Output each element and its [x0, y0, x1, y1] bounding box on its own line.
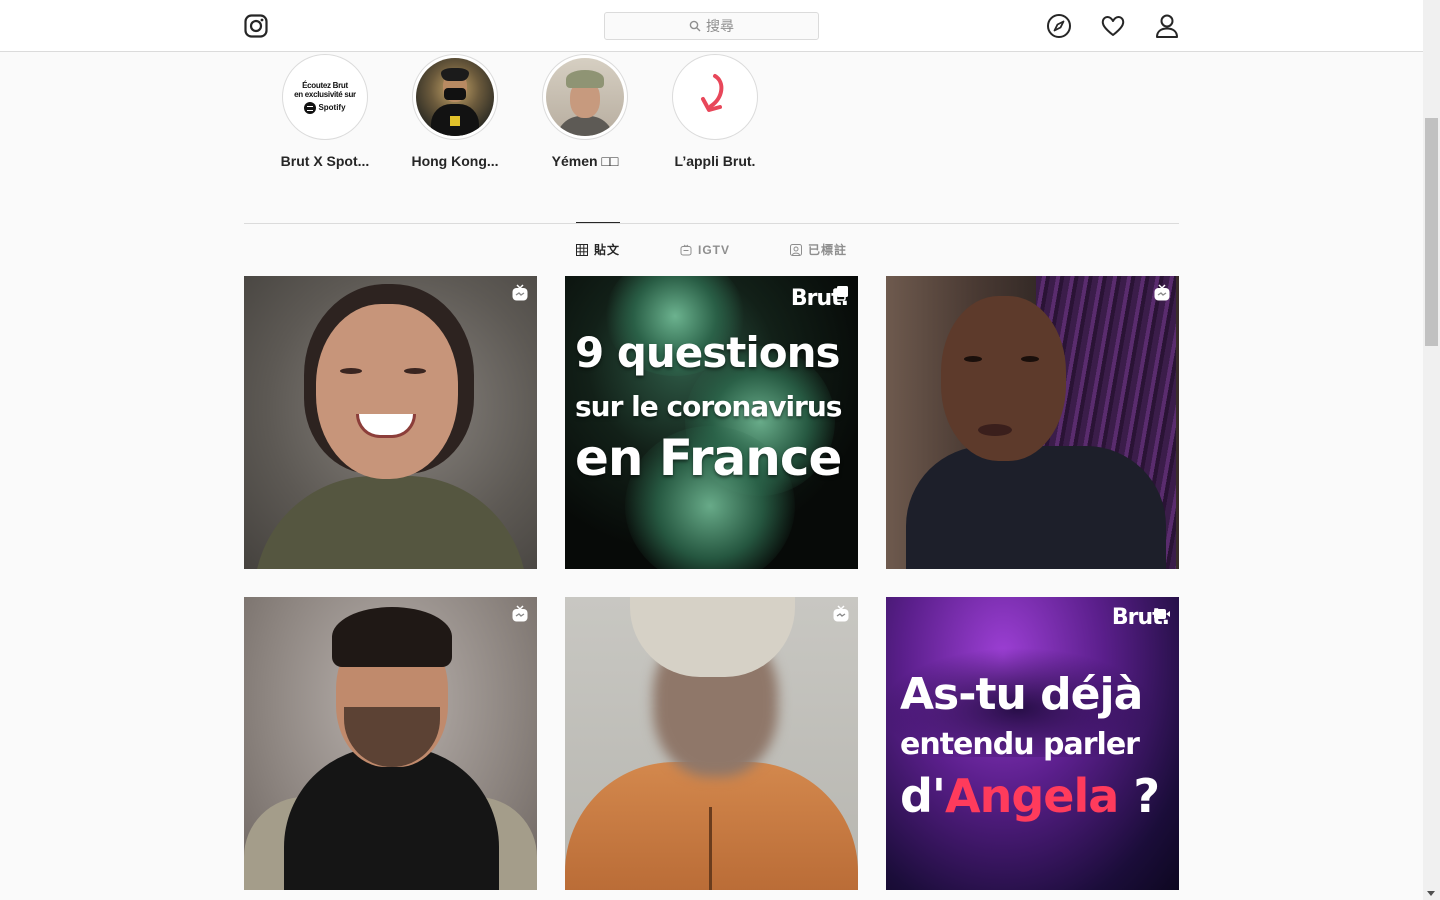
tab-label: 貼文 [593, 243, 620, 257]
compass-icon[interactable] [1046, 13, 1072, 39]
post-thumbnail[interactable] [244, 597, 537, 890]
tab-label: 已標註 [808, 243, 848, 257]
highlight-label: Hong Kong... [411, 153, 499, 169]
tab-igtv[interactable]: IGTV [680, 223, 730, 276]
tab-tagged[interactable]: 已標註 [790, 223, 847, 276]
post-thumbnail[interactable] [244, 276, 537, 569]
headline-prefix: d' [900, 769, 946, 823]
post-thumbnail[interactable]: Brut. As-tu déjà entendu parler d'Angela… [886, 597, 1179, 890]
tab-label: IGTV [697, 242, 730, 257]
highlight-ring [672, 54, 758, 140]
post-headline: sur le coronavirus [575, 390, 842, 423]
search-placeholder: 搜尋 [706, 18, 734, 34]
tagged-icon [790, 243, 802, 256]
post-headline: en France [575, 429, 842, 487]
cover-text: en exclusivité sur [294, 89, 356, 99]
igtv-icon [680, 244, 692, 255]
spotify-brand-text: Spotify [318, 103, 346, 112]
instagram-logo-icon[interactable] [244, 14, 268, 38]
grid-icon [575, 243, 588, 256]
post-thumbnail[interactable] [565, 597, 858, 890]
highlight-cover-photo [416, 58, 494, 136]
tab-posts[interactable]: 貼文 [575, 222, 620, 276]
highlight-appli-brut[interactable]: L’appli Brut. [660, 54, 770, 169]
highlight-label: L’appli Brut. [674, 153, 756, 169]
carousel-icon [833, 286, 848, 301]
igtv-icon [1154, 284, 1170, 301]
post-headline: d'Angela ? [900, 769, 1160, 823]
user-icon[interactable] [1154, 13, 1180, 39]
heart-icon[interactable] [1100, 13, 1126, 39]
highlight-cover-photo [546, 58, 624, 136]
top-navigation: 搜尋 [0, 0, 1423, 52]
highlight-label: Brut X Spot... [280, 153, 370, 169]
scrollbar-thumb[interactable] [1425, 118, 1438, 346]
post-thumbnail[interactable] [886, 276, 1179, 569]
page-scrollbar[interactable] [1423, 0, 1440, 900]
igtv-icon [833, 605, 849, 622]
search-input[interactable]: 搜尋 [604, 12, 819, 40]
highlight-ring [412, 54, 498, 140]
highlight-ring: Écoutez Brut en exclusivité sur Spotify [282, 54, 368, 140]
headline-suffix: ? [1118, 769, 1160, 823]
spotify-logo: Spotify [304, 101, 346, 114]
cover-text: Écoutez Brut [302, 80, 348, 90]
highlight-cover [676, 58, 754, 136]
video-icon [1154, 609, 1170, 619]
highlight-cover: Écoutez Brut en exclusivité sur Spotify [286, 58, 364, 136]
profile-tabs: 貼文 IGTV 已標註 [244, 222, 1179, 276]
search-icon [689, 20, 701, 32]
curved-arrow-icon [701, 74, 724, 112]
spotify-icon [304, 101, 317, 114]
posts-grid: Brut. 9 questions sur le coronavirus en … [244, 276, 1179, 890]
headline-accent: Angela [945, 769, 1119, 823]
post-headline: As-tu déjà [900, 669, 1143, 720]
highlight-brut-x-spotify[interactable]: Écoutez Brut en exclusivité sur Spotify … [270, 54, 380, 169]
post-headline: entendu parler [900, 727, 1140, 762]
post-headline: 9 questions [575, 328, 841, 377]
highlight-ring [542, 54, 628, 140]
igtv-icon [512, 284, 528, 301]
highlight-label: Yémen □□ [551, 153, 619, 169]
highlight-hong-kong[interactable]: Hong Kong... [400, 54, 510, 169]
igtv-icon [512, 605, 528, 622]
scroll-down-arrow-icon[interactable] [1427, 891, 1435, 896]
highlight-yemen[interactable]: Yémen □□ [530, 54, 640, 169]
story-highlights: Écoutez Brut en exclusivité sur Spotify … [270, 54, 790, 169]
post-thumbnail[interactable]: Brut. 9 questions sur le coronavirus en … [565, 276, 858, 569]
